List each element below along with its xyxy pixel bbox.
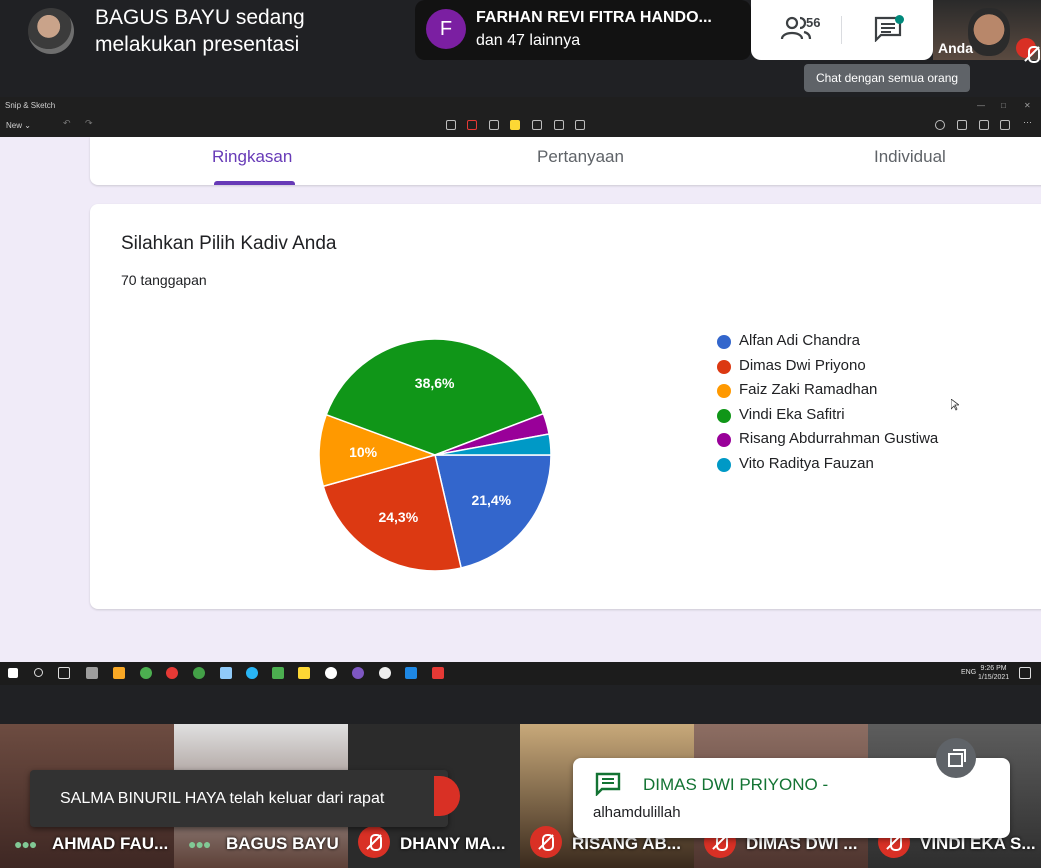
presenter-status: BAGUS BAYU sedang melakukan presentasi (95, 4, 395, 58)
self-video-person (968, 8, 1010, 56)
pie-slice-label: 21,4% (471, 492, 511, 508)
legend-swatch (717, 433, 731, 447)
ruler-icon[interactable] (554, 120, 564, 130)
legend-label: Vito Raditya Fauzan (739, 454, 874, 472)
chrome-icon[interactable] (140, 667, 152, 679)
participant-name: BAGUS BAYU (226, 834, 339, 853)
divider (841, 16, 842, 44)
chat-sender: DIMAS DWI PRIYONO - (643, 775, 829, 794)
chrome-app-icon[interactable] (193, 667, 205, 679)
task-view-icon[interactable] (58, 667, 70, 679)
search-icon[interactable] (34, 668, 43, 677)
pinned-avatar: F (426, 9, 466, 49)
mic-off-icon (358, 826, 390, 858)
legend-label: Dimas Dwi Priyono (739, 356, 866, 374)
telegram-icon[interactable] (246, 667, 258, 679)
taskbar-clock[interactable]: 9:26 PM 1/15/2021 (978, 664, 1009, 682)
pinned-name: FARHAN REVI FITRA HANDO... (476, 9, 712, 26)
legend-swatch (717, 457, 731, 472)
save-icon[interactable] (957, 120, 967, 130)
legend-swatch (717, 359, 731, 374)
close-icon[interactable]: ✕ (1024, 101, 1031, 110)
speaking-indicator-icon: ●●● (188, 836, 211, 852)
copy-icon[interactable] (979, 120, 989, 130)
presenter-line-2: melakukan presentasi (95, 33, 300, 56)
redo-icon[interactable]: ↷ (85, 118, 95, 128)
active-tab-indicator (214, 181, 295, 185)
app-icon[interactable] (325, 667, 337, 679)
tab-individual[interactable]: Individual (874, 147, 946, 167)
eraser-icon[interactable] (532, 120, 542, 130)
pinned-others: dan 47 lainnya (476, 32, 581, 49)
app-icon-3[interactable] (432, 667, 444, 679)
snip-sketch-titlebar (0, 97, 1041, 137)
pencil-icon[interactable] (489, 120, 499, 130)
pie-slice-label: 24,3% (378, 509, 418, 525)
participant-name: DHANY MA... (400, 834, 506, 853)
clock-time: 9:26 PM (980, 665, 1007, 672)
sticky-notes-icon[interactable] (298, 667, 310, 679)
tab-ringkasan[interactable]: Ringkasan (212, 147, 292, 167)
participant-name: AHMAD FAU... (52, 834, 169, 853)
maximize-icon[interactable]: □ (1001, 101, 1006, 110)
chrome-profile-icon[interactable] (166, 667, 178, 679)
people-count: 56 (806, 15, 821, 30)
share-icon[interactable] (1000, 120, 1010, 130)
chat-icon (595, 772, 621, 796)
speaking-indicator-icon: ●●● (14, 836, 37, 852)
highlighter-icon[interactable] (510, 120, 520, 130)
chat-notification-dot (895, 15, 904, 24)
app-icon-2[interactable] (379, 667, 391, 679)
left-meeting-toast: SALMA BINURIL HAYA telah keluar dari rap… (30, 770, 448, 827)
windows-start-icon[interactable] (8, 668, 18, 678)
window-title: Snip & Sketch (5, 101, 56, 110)
chat-tooltip: Chat dengan semua orang (804, 64, 970, 92)
notification-icon[interactable] (1019, 667, 1031, 679)
zoom-icon[interactable] (935, 120, 945, 130)
question-summary-card (90, 204, 1041, 609)
legend-label: Vindi Eka Safitri (739, 405, 845, 423)
ballpoint-pen-icon[interactable] (467, 120, 477, 130)
whatsapp-icon[interactable] (272, 667, 284, 679)
obs-icon[interactable] (352, 667, 364, 679)
crop-icon[interactable] (575, 120, 585, 130)
mic-off-icon (530, 826, 562, 858)
response-count: 70 tanggapan (121, 272, 207, 288)
legend-label: Risang Abdurrahman Gustiwa (739, 430, 939, 447)
meet-stage-gap (0, 685, 1041, 724)
store-icon[interactable] (86, 667, 98, 679)
legend-swatch (717, 335, 731, 349)
new-snip-label: New (6, 121, 23, 130)
pie-slice-label: 10% (349, 444, 378, 460)
pie-chart: 21,4% 24,3% 10% 38,6% (318, 338, 552, 572)
legend-label: Alfan Adi Chandra (739, 332, 860, 349)
pie-slice-label: 38,6% (415, 375, 455, 391)
new-snip-button[interactable]: New ⌄ (6, 121, 31, 130)
file-explorer-icon[interactable] (113, 667, 125, 679)
language-indicator[interactable]: ENG (961, 669, 976, 676)
legend-swatch (717, 408, 731, 423)
chat-message: alhamdulillah (593, 804, 681, 821)
windows-taskbar (0, 662, 1041, 685)
vscode-icon[interactable] (405, 667, 417, 679)
question-title: Silahkan Pilih Kadiv Anda (121, 233, 337, 254)
snip-app-icon[interactable] (220, 667, 232, 679)
self-label: Anda (938, 40, 973, 56)
undo-icon[interactable]: ↶ (63, 118, 73, 128)
mouse-cursor-icon (951, 399, 959, 411)
presenter-line-1: BAGUS BAYU sedang (95, 6, 305, 29)
mic-off-icon (1016, 38, 1040, 63)
presenter-avatar (28, 8, 74, 54)
legend-label: Faiz Zaki Ramadhan (739, 381, 878, 398)
touch-writing-icon[interactable] (446, 120, 456, 130)
popout-icon (948, 749, 966, 767)
tab-pertanyaan[interactable]: Pertanyaan (537, 147, 624, 167)
popout-button[interactable] (936, 738, 976, 778)
legend-swatch (717, 384, 731, 398)
form-responses-page: Ringkasan Pertanyaan Individual Silahkan… (0, 137, 1041, 662)
more-icon[interactable]: ⋯ (1023, 117, 1033, 127)
meet-controls-box (751, 0, 933, 60)
clock-date: 1/15/2021 (978, 674, 1010, 681)
minimize-icon[interactable]: — (977, 101, 985, 110)
